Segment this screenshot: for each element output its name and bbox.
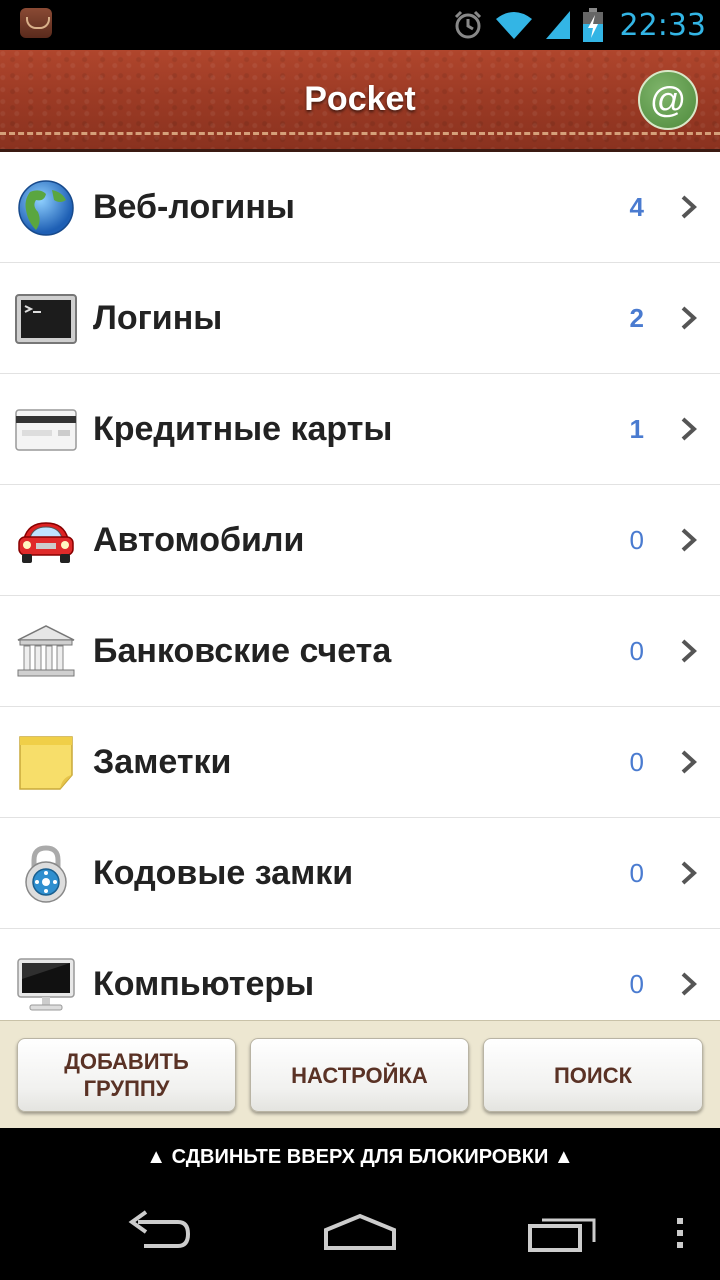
search-button[interactable]: ПОИСК — [483, 1038, 703, 1112]
wifi-icon — [495, 12, 532, 39]
chevron-right-icon — [681, 972, 697, 996]
item-count: 0 — [629, 969, 644, 999]
car-icon — [18, 522, 74, 563]
item-label: Банковские счета — [93, 632, 392, 670]
item-count: 0 — [629, 636, 644, 666]
chevron-right-icon — [681, 417, 697, 441]
sticky-note-icon — [19, 736, 73, 790]
credit-card-icon — [15, 409, 77, 451]
chevron-right-icon — [681, 861, 697, 885]
clock: 22:33 — [619, 7, 706, 43]
status-icons: 22:33 — [452, 0, 706, 50]
settings-button[interactable]: НАСТРОЙКА — [250, 1038, 469, 1112]
add-group-line2: ГРУППУ — [83, 1076, 170, 1101]
list-item-web-logins[interactable]: Веб-логины 4 — [0, 152, 720, 263]
chevron-right-icon — [681, 639, 697, 663]
item-label: Кредитные карты — [93, 410, 393, 448]
list-item-bank-accounts[interactable]: Банковские счета 0 — [0, 596, 720, 707]
list-item-cars[interactable]: Автомобили 0 — [0, 485, 720, 596]
signal-icon — [545, 11, 570, 39]
item-count: 0 — [629, 858, 644, 888]
navigation-bar — [0, 1186, 720, 1280]
item-count: 0 — [629, 525, 644, 555]
back-icon[interactable] — [124, 1208, 194, 1258]
home-icon[interactable] — [322, 1208, 398, 1258]
battery-charging-icon — [582, 8, 603, 42]
stitch-divider — [0, 132, 720, 135]
chevron-right-icon — [681, 306, 697, 330]
add-group-label: ДОБАВИТЬ ГРУППУ — [64, 1048, 189, 1102]
item-label: Веб-логины — [93, 188, 295, 226]
item-count: 1 — [629, 414, 644, 444]
list-item-computers[interactable]: Компьютеры 0 — [0, 929, 720, 1020]
lock-hint[interactable]: ▲ СДВИНЬТЕ ВВЕРХ ДЛЯ БЛОКИРОВКИ ▲ — [0, 1128, 720, 1186]
recent-apps-icon[interactable] — [526, 1208, 598, 1258]
item-label: Заметки — [93, 743, 232, 781]
chevron-right-icon — [681, 750, 697, 774]
alarm-icon — [454, 10, 481, 39]
item-label: Компьютеры — [93, 965, 315, 1003]
add-group-line1: ДОБАВИТЬ — [64, 1049, 189, 1074]
item-label: Кодовые замки — [93, 854, 354, 892]
action-bar: Pocket @ — [0, 50, 720, 152]
chevron-right-icon — [681, 528, 697, 552]
terminal-icon — [15, 294, 77, 344]
status-bar: 22:33 — [0, 0, 720, 50]
globe-icon — [18, 180, 74, 236]
item-label: Логины — [93, 299, 223, 337]
overflow-menu-icon[interactable] — [670, 1208, 690, 1258]
computer-monitor-icon — [17, 958, 75, 1011]
list-item-credit-cards[interactable]: Кредитные карты 1 — [0, 374, 720, 485]
item-count: 4 — [629, 192, 644, 222]
group-list: Веб-логины 4 Логины 2 Кредитные карты 1 — [0, 152, 720, 1020]
add-group-button[interactable]: ДОБАВИТЬ ГРУППУ — [17, 1038, 236, 1112]
app-notification-icon — [20, 8, 52, 38]
email-at-button[interactable]: @ — [638, 70, 698, 130]
bank-icon — [17, 625, 75, 677]
bottom-button-bar: ДОБАВИТЬ ГРУППУ НАСТРОЙКА ПОИСК — [0, 1020, 720, 1128]
list-item-logins[interactable]: Логины 2 — [0, 263, 720, 374]
item-label: Автомобили — [93, 521, 305, 559]
list-item-notes[interactable]: Заметки 0 — [0, 707, 720, 818]
item-count: 2 — [629, 303, 644, 333]
list-item-combination-locks[interactable]: Кодовые замки 0 — [0, 818, 720, 929]
item-count: 0 — [629, 747, 644, 777]
chevron-right-icon — [681, 195, 697, 219]
combination-lock-icon — [25, 845, 67, 903]
app-title: Pocket — [304, 80, 416, 118]
